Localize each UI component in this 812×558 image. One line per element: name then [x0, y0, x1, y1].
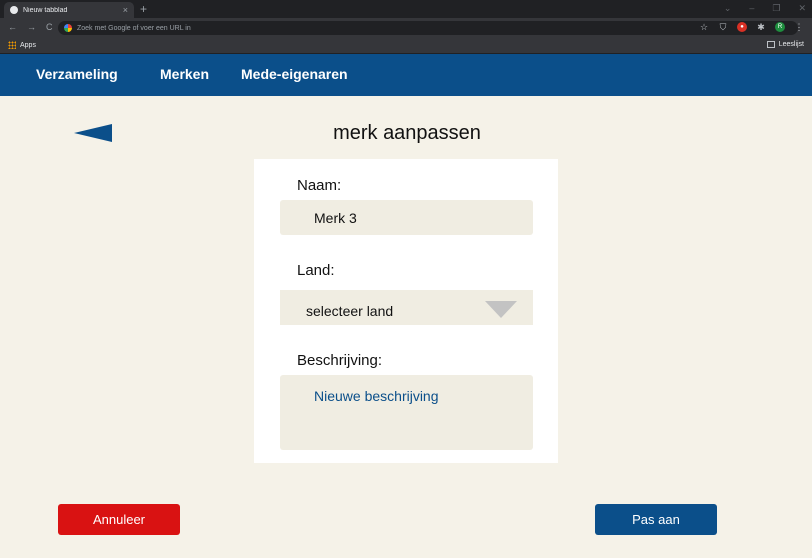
- reload-icon[interactable]: C: [46, 22, 53, 32]
- tab-title: Nieuw tabblad: [23, 6, 68, 14]
- chrome-icon: [10, 6, 18, 14]
- toolbar-icons: ☆ ⛉ ● ✱ R ⋮: [699, 22, 804, 32]
- country-label: Land:: [297, 262, 335, 279]
- tab-strip: Nieuw tabblad × + ⌄ – ❐ ✕: [0, 0, 812, 18]
- apps-label: Apps: [20, 41, 36, 49]
- back-icon[interactable]: ←: [8, 22, 17, 32]
- page-title: merk aanpassen: [333, 122, 481, 144]
- menu-icon[interactable]: ⋮: [794, 22, 804, 32]
- browser-chrome: Nieuw tabblad × + ⌄ – ❐ ✕ ← → C Zoek met…: [0, 0, 812, 54]
- close-window-icon[interactable]: ✕: [798, 3, 806, 14]
- star-icon[interactable]: ☆: [699, 22, 709, 32]
- reading-list[interactable]: Leeslijst: [766, 41, 804, 48]
- browser-nav-buttons: ← → C: [8, 22, 53, 32]
- window-controls: ⌄ – ❐ ✕: [724, 3, 806, 14]
- app-navbar: Verzameling Merken Mede-eigenaren: [0, 54, 812, 96]
- puzzle-icon[interactable]: ✱: [756, 22, 766, 32]
- name-label: Naam:: [297, 177, 342, 194]
- address-bar[interactable]: Zoek met Google of voer een URL in: [58, 21, 798, 35]
- reading-list-label: Leeslijst: [778, 41, 804, 48]
- chevron-down-icon[interactable]: ⌄: [724, 3, 732, 14]
- apps-grid-icon: [8, 41, 16, 49]
- description-textarea[interactable]: Nieuwe beschrijving: [280, 375, 533, 450]
- reading-list-icon: [766, 41, 775, 48]
- forward-icon[interactable]: →: [27, 22, 36, 32]
- nav-item-merken[interactable]: Merken: [160, 66, 209, 82]
- name-input[interactable]: Merk 3: [280, 200, 533, 235]
- extension-icon[interactable]: ●: [737, 22, 747, 32]
- minimize-icon[interactable]: –: [749, 3, 754, 14]
- cancel-button[interactable]: Annuleer: [58, 504, 180, 535]
- apps-bookmark[interactable]: Apps: [8, 41, 36, 49]
- description-label: Beschrijving:: [297, 352, 383, 369]
- save-button[interactable]: Pas aan: [595, 504, 717, 535]
- nav-item-verzameling[interactable]: Verzameling: [36, 66, 118, 82]
- description-value: Nieuwe beschrijving: [314, 388, 439, 404]
- restore-icon[interactable]: ❐: [772, 3, 780, 14]
- new-tab-button[interactable]: +: [140, 3, 147, 15]
- dropdown-arrow-icon: [485, 301, 517, 318]
- edit-brand-form: Naam: Merk 3 Land: selecteer land Beschr…: [254, 159, 558, 463]
- address-placeholder: Zoek met Google of voer een URL in: [77, 24, 191, 32]
- profile-avatar[interactable]: R: [775, 22, 785, 32]
- browser-tab[interactable]: Nieuw tabblad ×: [4, 2, 134, 18]
- nav-item-mede-eigenaren[interactable]: Mede-eigenaren: [241, 66, 348, 82]
- browser-toolbar: ← → C Zoek met Google of voer een URL in…: [0, 18, 812, 38]
- country-select-value: selecteer land: [306, 303, 394, 319]
- bookmarks-bar: Apps Leeslijst: [0, 38, 812, 54]
- shield-icon[interactable]: ⛉: [718, 22, 728, 32]
- country-select[interactable]: selecteer land: [280, 290, 533, 325]
- close-tab-icon[interactable]: ×: [123, 5, 128, 15]
- google-icon: [64, 24, 72, 32]
- name-input-value: Merk 3: [314, 210, 357, 226]
